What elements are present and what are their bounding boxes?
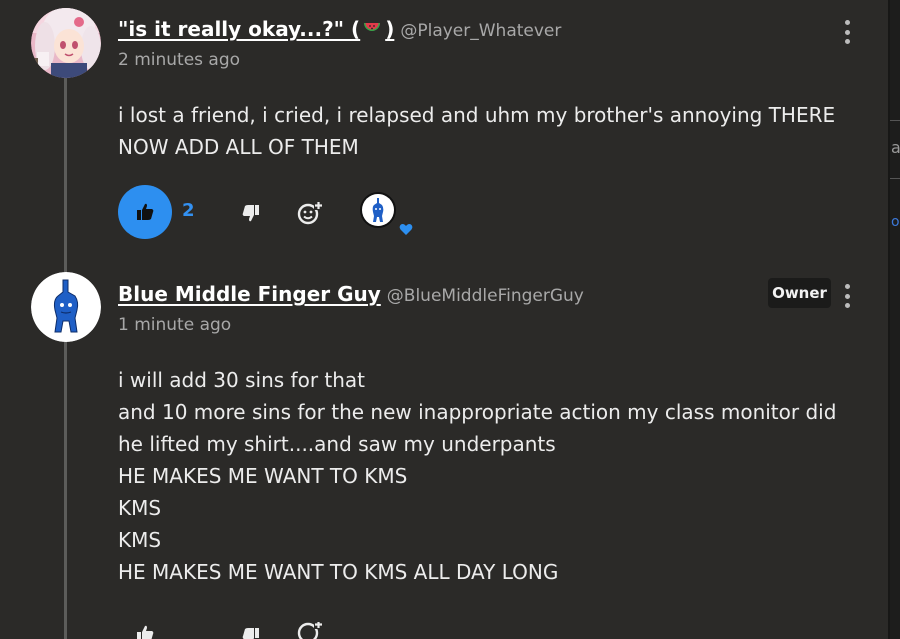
comment-body: i lost a friend, i cried, i relapsed and…	[118, 99, 835, 163]
avatar[interactable]	[31, 8, 101, 78]
side-panel-text: a	[891, 138, 900, 157]
avatar	[360, 192, 396, 228]
more-vertical-icon[interactable]	[841, 284, 853, 308]
comment-line: KMS	[118, 496, 162, 520]
author-handle[interactable]: @Player_Whatever	[400, 21, 561, 41]
thumbs-down-icon	[242, 205, 259, 222]
comment-header: "is it really okay...?" ( ) @Player_What…	[118, 16, 561, 70]
like-count: 2	[182, 200, 195, 221]
comment-body: i will add 30 sins for that and 10 more …	[118, 364, 836, 588]
more-vertical-icon[interactable]	[841, 20, 853, 44]
comment-line: NOW ADD ALL OF THEM	[118, 135, 359, 159]
comment-line: KMS	[118, 528, 162, 552]
comment-line: he lifted my shirt....and saw my underpa…	[118, 432, 556, 456]
comment-line: HE MAKES ME WANT TO KMS	[118, 464, 408, 488]
author-name-suffix[interactable]: )	[385, 17, 394, 41]
add-reaction-button[interactable]	[296, 622, 324, 639]
comment-header: Blue Middle Finger Guy @BlueMiddleFinger…	[118, 282, 584, 335]
timestamp: 1 minute ago	[118, 315, 232, 335]
avatar[interactable]	[31, 272, 101, 342]
side-panel-link[interactable]: o	[891, 214, 900, 230]
owner-badge: Owner	[768, 278, 831, 308]
comment-line: and 10 more sins for the new inappropria…	[118, 400, 837, 424]
author-handle[interactable]: @BlueMiddleFingerGuy	[387, 286, 584, 306]
author-name[interactable]: Blue Middle Finger Guy	[118, 282, 381, 306]
comment-line: i lost a friend, i cried, i relapsed and…	[118, 103, 836, 127]
like-button[interactable]	[134, 624, 156, 639]
comment-line: i will add 30 sins for that	[118, 368, 366, 392]
thumbs-down-icon	[242, 628, 259, 639]
side-panel-rule	[890, 120, 900, 121]
comment-line: HE MAKES ME WANT TO KMS ALL DAY LONG	[118, 560, 559, 584]
side-panel-edge	[890, 0, 900, 639]
add-reaction-button[interactable]	[296, 199, 324, 227]
like-button[interactable]	[118, 185, 172, 239]
creator-heart	[358, 190, 400, 232]
thumbs-up-icon	[137, 203, 154, 220]
add-emoji-icon	[297, 201, 323, 225]
watermelon-icon	[362, 19, 382, 43]
thumbs-up-icon	[137, 625, 154, 639]
dislike-button[interactable]	[240, 202, 262, 224]
side-panel-rule	[890, 178, 900, 179]
add-emoji-icon	[297, 622, 323, 639]
timestamp: 2 minutes ago	[118, 50, 241, 70]
heart-icon	[399, 221, 413, 240]
reply-thread-line	[64, 76, 67, 639]
author-name[interactable]: "is it really okay...?" (	[118, 17, 360, 41]
dislike-button[interactable]	[240, 626, 262, 639]
